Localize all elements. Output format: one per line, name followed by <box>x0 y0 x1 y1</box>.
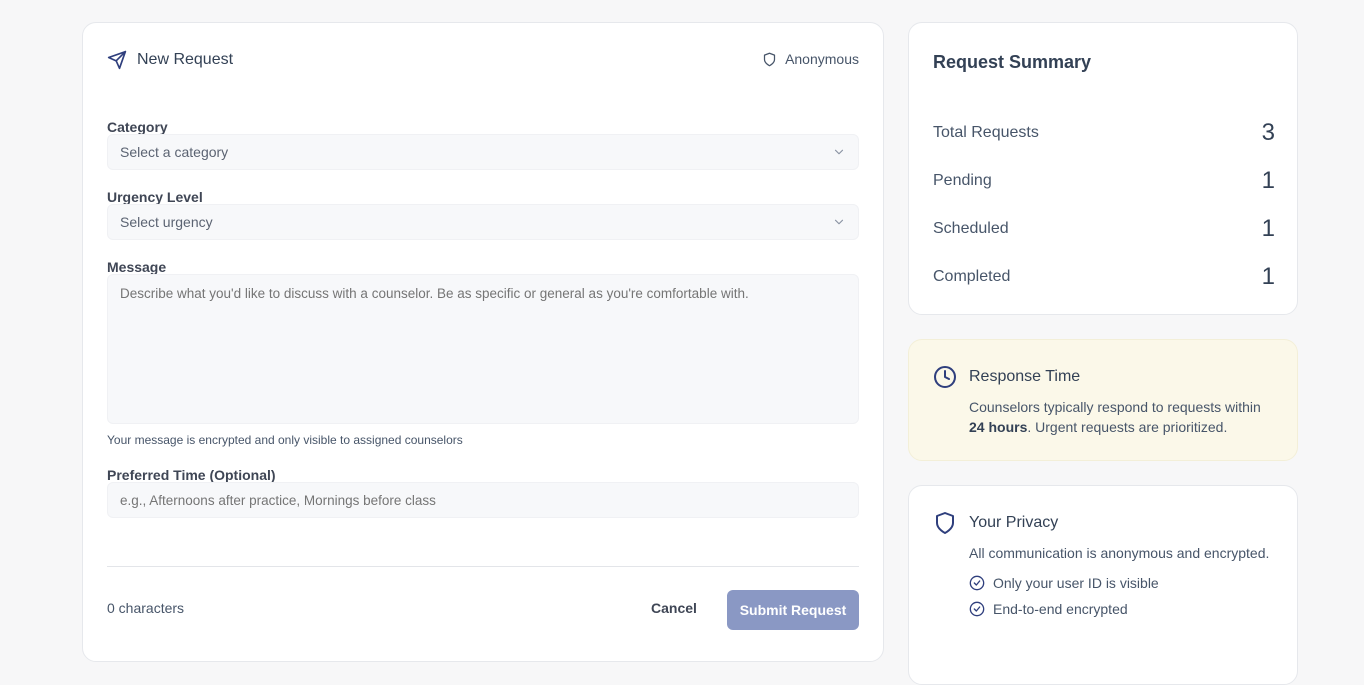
category-placeholder: Select a category <box>120 144 229 160</box>
stat-value: 1 <box>1261 167 1275 194</box>
privacy-item-label: Only your user ID is visible <box>993 575 1159 591</box>
privacy-description: All communication is anonymous and encry… <box>969 545 1270 561</box>
message-textarea[interactable] <box>107 274 859 424</box>
stat-value: 3 <box>1261 119 1275 146</box>
chevron-down-icon <box>832 145 846 159</box>
response-text-before: Counselors typically respond to requests… <box>969 399 1261 415</box>
privacy-card: Your Privacy All communication is anonym… <box>908 485 1298 685</box>
stat-value: 1 <box>1261 263 1275 290</box>
form-header: New Request <box>107 50 233 70</box>
response-time-text: Counselors typically respond to requests… <box>969 397 1279 437</box>
anonymous-badge: Anonymous <box>762 51 859 67</box>
form-title: New Request <box>137 51 234 68</box>
stat-row-completed: Completed 1 <box>933 263 1275 291</box>
summary-title: Request Summary <box>933 52 1092 72</box>
message-hint: Your message is encrypted and only visib… <box>107 433 463 447</box>
privacy-list-item: Only your user ID is visible <box>969 575 1159 591</box>
category-label: Category <box>107 119 168 135</box>
stat-value: 1 <box>1261 215 1275 242</box>
urgency-label: Urgency Level <box>107 189 203 205</box>
form-divider <box>107 566 859 567</box>
stat-label: Pending <box>933 172 992 189</box>
stat-label: Total Requests <box>933 124 1039 141</box>
urgency-placeholder: Select urgency <box>120 214 213 230</box>
request-summary-card: Request Summary Total Requests 3 Pending… <box>908 22 1298 315</box>
preferred-time-input[interactable] <box>107 482 859 518</box>
check-circle-icon <box>969 575 985 591</box>
privacy-title: Your Privacy <box>969 514 1059 531</box>
message-label: Message <box>107 259 167 275</box>
clock-icon <box>933 365 957 389</box>
stat-row-pending: Pending 1 <box>933 167 1275 195</box>
stat-label: Scheduled <box>933 220 1009 237</box>
category-select[interactable]: Select a category <box>107 134 859 170</box>
shield-icon <box>933 511 957 535</box>
anonymous-label: Anonymous <box>785 51 859 67</box>
response-time-card: Response Time Counselors typically respo… <box>908 339 1298 461</box>
stat-row-scheduled: Scheduled 1 <box>933 215 1275 243</box>
submit-request-button[interactable]: Submit Request <box>727 590 859 630</box>
new-request-card: New Request Anonymous Category Select a … <box>82 22 884 662</box>
response-text-after: . Urgent requests are prioritized. <box>1027 419 1228 435</box>
chevron-down-icon <box>832 215 846 229</box>
urgency-select[interactable]: Select urgency <box>107 204 859 240</box>
cancel-button[interactable]: Cancel <box>651 600 697 616</box>
response-text-bold: 24 hours <box>969 419 1028 435</box>
stat-label: Completed <box>933 268 1011 285</box>
stat-row-total: Total Requests 3 <box>933 119 1275 147</box>
preferred-time-label: Preferred Time (Optional) <box>107 467 276 483</box>
response-time-title: Response Time <box>969 368 1081 385</box>
character-count: 0 characters <box>107 600 185 616</box>
send-icon <box>107 50 127 70</box>
shield-icon <box>762 52 777 67</box>
